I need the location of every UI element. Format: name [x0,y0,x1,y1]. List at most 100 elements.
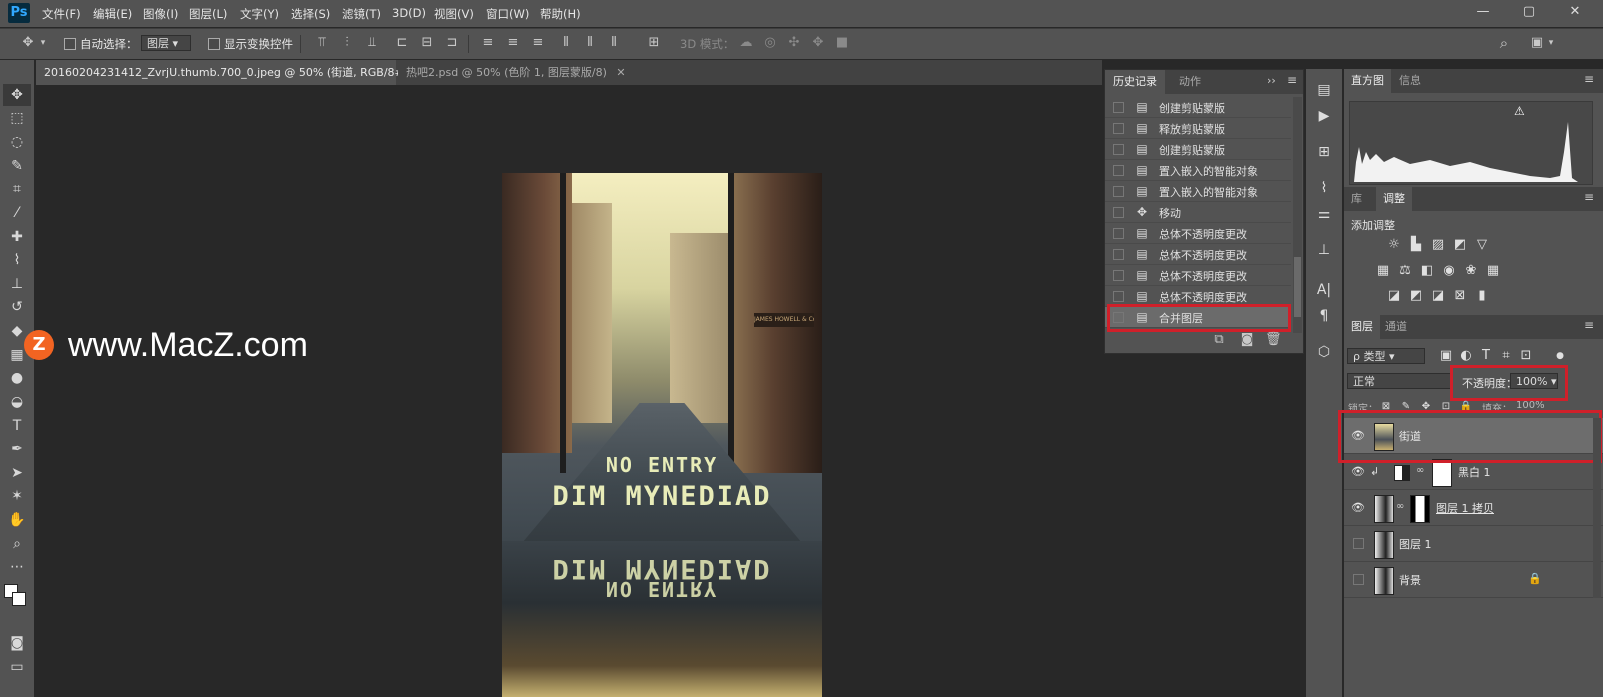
visibility-toggle[interactable] [1353,574,1364,585]
more-tools-icon[interactable]: ⋯ [3,556,31,578]
actions-panel-icon[interactable]: ▶ [1312,105,1336,127]
hue-saturation-icon[interactable]: ▦ [1375,263,1391,279]
gradient-map-icon[interactable]: ▮ [1474,288,1490,304]
filter-shape-icon[interactable]: ⌗ [1498,348,1514,364]
distribute-right-icon[interactable]: ⦀ [606,35,622,51]
menu-filter[interactable]: 滤镜(T) [342,6,381,22]
align-right-icon[interactable]: ⊐ [444,35,460,51]
chevron-down-icon[interactable]: ▾ [1546,35,1556,51]
quick-select-tool-icon[interactable]: ✎ [3,155,31,177]
history-item[interactable]: ▤ 创建剪贴蒙版 [1105,97,1291,118]
menu-window[interactable]: 窗口(W) [486,6,529,22]
panel-menu-icon[interactable]: ≡ [1287,73,1297,87]
new-document-from-state-icon[interactable]: ⧉ [1211,332,1227,348]
history-item[interactable]: ✥ 移动 [1105,202,1291,223]
menu-select[interactable]: 选择(S) [291,6,330,22]
visibility-toggle[interactable] [1353,538,1364,549]
blend-mode-dropdown[interactable]: 正常 [1347,373,1451,389]
eyedropper-tool-icon[interactable]: ⁄ [3,202,31,224]
drag-3d-icon[interactable]: ✣ [786,35,802,51]
selective-color-icon[interactable]: ⊠ [1452,288,1468,304]
color-balance-icon[interactable]: ⚖ [1397,263,1413,279]
tab-histogram[interactable]: 直方图 [1344,69,1391,93]
channel-mixer-icon[interactable]: ❀ [1463,263,1479,279]
show-transform-checkbox[interactable] [208,38,220,50]
minimize-button[interactable]: — [1472,3,1494,21]
distribute-vcenter-icon[interactable]: ≡ [505,35,521,51]
slide-3d-icon[interactable]: ✥ [810,35,826,51]
distribute-top-icon[interactable]: ≡ [480,35,496,51]
layer-filter-dropdown[interactable]: ρ 类型 ▾ [1347,348,1425,364]
brightness-icon[interactable]: ☼ [1386,237,1402,253]
document-image[interactable]: JAMES HOWELL & Co NO ENTRY DIM MYNEDIAD … [502,173,822,697]
history-item[interactable]: ▤ 总体不透明度更改 [1105,265,1291,286]
maximize-button[interactable]: ▢ [1518,3,1540,21]
pen-tool-icon[interactable]: ✒ [3,438,31,460]
auto-select-dropdown[interactable]: 图层 ▾ [141,35,191,51]
tab-history[interactable]: 历史记录 [1105,70,1165,94]
history-brush-tool-icon[interactable]: ↺ [3,296,31,318]
hand-tool-icon[interactable]: ✋ [3,509,31,531]
3d-panel-icon[interactable]: ⬡ [1312,341,1336,363]
workspace-icon[interactable]: ▣ [1528,35,1546,51]
exposure-icon[interactable]: ◩ [1452,237,1468,253]
history-item[interactable]: ▤ 创建剪贴蒙版 [1105,139,1291,160]
shape-tool-icon[interactable]: ✶ [3,485,31,507]
distribute-left-icon[interactable]: ⦀ [558,35,574,51]
auto-align-icon[interactable]: ⊞ [646,35,662,51]
layers-scrollbar[interactable] [1593,418,1601,598]
move-tool-icon[interactable]: ✥ [18,35,38,51]
snapshot-checkbox[interactable] [1113,291,1124,302]
blur-tool-icon[interactable]: ● [3,367,31,389]
align-left-icon[interactable]: ⊏ [394,35,410,51]
paragraph-panel-icon[interactable]: ¶ [1312,305,1336,327]
type-tool-icon[interactable]: T [3,415,31,437]
tool-presets-icon[interactable]: ⊞ [1312,141,1336,163]
snapshot-checkbox[interactable] [1113,165,1124,176]
marquee-tool-icon[interactable]: ⬚ [3,107,31,129]
align-bottom-icon[interactable]: ⫫ [364,35,380,51]
brush-panel-icon[interactable]: ⌇ [1312,177,1336,199]
layer-row[interactable]: 图层 1 [1344,526,1603,562]
document-tab-active[interactable]: 20160204231412_ZvrjU.thumb.700_0.jpeg @ … [36,60,436,85]
menu-3d[interactable]: 3D(D) [392,6,426,20]
levels-icon[interactable]: ▙ [1408,237,1424,253]
lasso-tool-icon[interactable]: ◌ [3,131,31,153]
threshold-icon[interactable]: ◪ [1430,288,1446,304]
panel-menu-icon[interactable]: ≡ [1584,72,1594,86]
snapshot-checkbox[interactable] [1113,270,1124,281]
history-panel-icon[interactable]: ▤ [1312,79,1336,101]
align-vcenter-icon[interactable]: ⫶ [339,35,355,51]
curves-icon[interactable]: ▨ [1430,237,1446,253]
menu-view[interactable]: 视图(V) [434,6,474,22]
layer-row[interactable]: 背景 🔒 [1344,562,1603,598]
screen-mode-icon[interactable]: ▭ [3,656,31,678]
document-tab[interactable]: 热吧2.psd @ 50% (色阶 1, 图层蒙版/8) ✕ [398,60,626,85]
orbit-3d-icon[interactable]: ☁ [738,35,754,51]
snapshot-checkbox[interactable] [1113,186,1124,197]
snapshot-checkbox[interactable] [1113,102,1124,113]
history-item[interactable]: ▤ 置入嵌入的智能对象 [1105,181,1291,202]
history-scrollbar[interactable] [1293,97,1302,333]
camera-3d-icon[interactable]: ■ [834,35,850,51]
black-white-icon[interactable]: ◧ [1419,263,1435,279]
new-snapshot-icon[interactable]: ◙ [1239,332,1255,348]
quick-mask-icon[interactable]: ◙ [3,632,31,654]
menu-edit[interactable]: 编辑(E) [93,6,132,22]
path-select-tool-icon[interactable]: ➤ [3,462,31,484]
close-icon[interactable]: ✕ [616,66,625,79]
panel-menu-icon[interactable]: ≡ [1584,318,1594,332]
menu-layer[interactable]: 图层(L) [189,6,227,22]
clone-stamp-tool-icon[interactable]: ⊥ [3,273,31,295]
tab-layers[interactable]: 图层 [1344,315,1380,339]
menu-file[interactable]: 文件(F) [42,6,81,22]
tab-info[interactable]: 信息 [1392,69,1428,93]
tab-library[interactable]: 库 [1344,187,1369,211]
brush-tool-icon[interactable]: ⌇ [3,249,31,271]
clone-source-icon[interactable]: ⊥ [1312,239,1336,261]
filter-toggle-icon[interactable]: ● [1552,348,1568,364]
menu-image[interactable]: 图像(I) [143,6,178,22]
layer-mask-thumbnail[interactable] [1432,459,1452,487]
align-top-icon[interactable]: ⫪ [314,35,330,51]
move-tool-icon[interactable]: ✥ [3,84,31,106]
